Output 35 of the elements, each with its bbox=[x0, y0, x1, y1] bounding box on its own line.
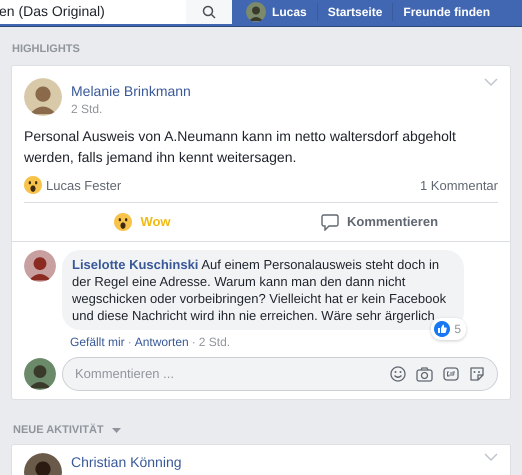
search-icon bbox=[202, 4, 216, 18]
comment-button[interactable]: Kommentieren bbox=[261, 203, 498, 241]
avatar[interactable] bbox=[24, 358, 56, 390]
like-count: 5 bbox=[454, 321, 462, 338]
section-heading: HIGHLIGHTS bbox=[11, 42, 81, 57]
separator-dot: · bbox=[126, 334, 133, 351]
gif-icon[interactable] bbox=[443, 367, 459, 381]
author-name[interactable]: Melanie Brinkmann bbox=[71, 82, 484, 100]
dropdown-caret-icon[interactable] bbox=[112, 428, 121, 433]
comment-action-link[interactable]: Gefällt mir bbox=[70, 333, 125, 351]
comment-action-link[interactable]: Antworten bbox=[134, 333, 189, 351]
sticker-icon[interactable] bbox=[469, 366, 485, 382]
comment-input[interactable]: Kommentieren ... bbox=[75, 364, 390, 384]
post-text: Personal Ausweis von A.Neumann kann im netto waltersdorf abgeholt werden, falls jemand ihn kennt weitersagen. bbox=[23, 126, 457, 167]
commenter-name[interactable]: Liselotte Kuschinski bbox=[72, 257, 198, 272]
speech-bubble-icon bbox=[320, 214, 339, 230]
avatar[interactable] bbox=[24, 250, 56, 282]
like-count-badge[interactable]: 5 bbox=[431, 318, 466, 340]
reactor-name[interactable]: Lucas Fester bbox=[46, 176, 420, 195]
author-name[interactable]: Christian Könning bbox=[71, 452, 484, 470]
profile-link[interactable]: Lucas bbox=[246, 2, 317, 22]
post-time[interactable]: 2 Std. bbox=[71, 100, 484, 118]
camera-icon[interactable] bbox=[416, 366, 433, 382]
wow-icon bbox=[114, 213, 132, 231]
search-button[interactable] bbox=[186, 0, 232, 24]
separator-dot: · bbox=[190, 334, 197, 351]
nav-link[interactable]: Startseite bbox=[316, 2, 392, 20]
section-heading: NEUE AKTIVITÄT bbox=[13, 422, 104, 438]
comment-count[interactable]: 1 Kommentar bbox=[420, 176, 498, 195]
comment-input-field[interactable]: Kommentieren ... bbox=[62, 357, 498, 391]
comment-time[interactable]: 2 Std. bbox=[198, 333, 230, 351]
smiley-icon[interactable] bbox=[390, 366, 406, 382]
thumbs-up-icon bbox=[434, 321, 450, 337]
nav-link[interactable]: Freunde finden bbox=[392, 2, 500, 20]
wow-icon bbox=[24, 176, 42, 194]
